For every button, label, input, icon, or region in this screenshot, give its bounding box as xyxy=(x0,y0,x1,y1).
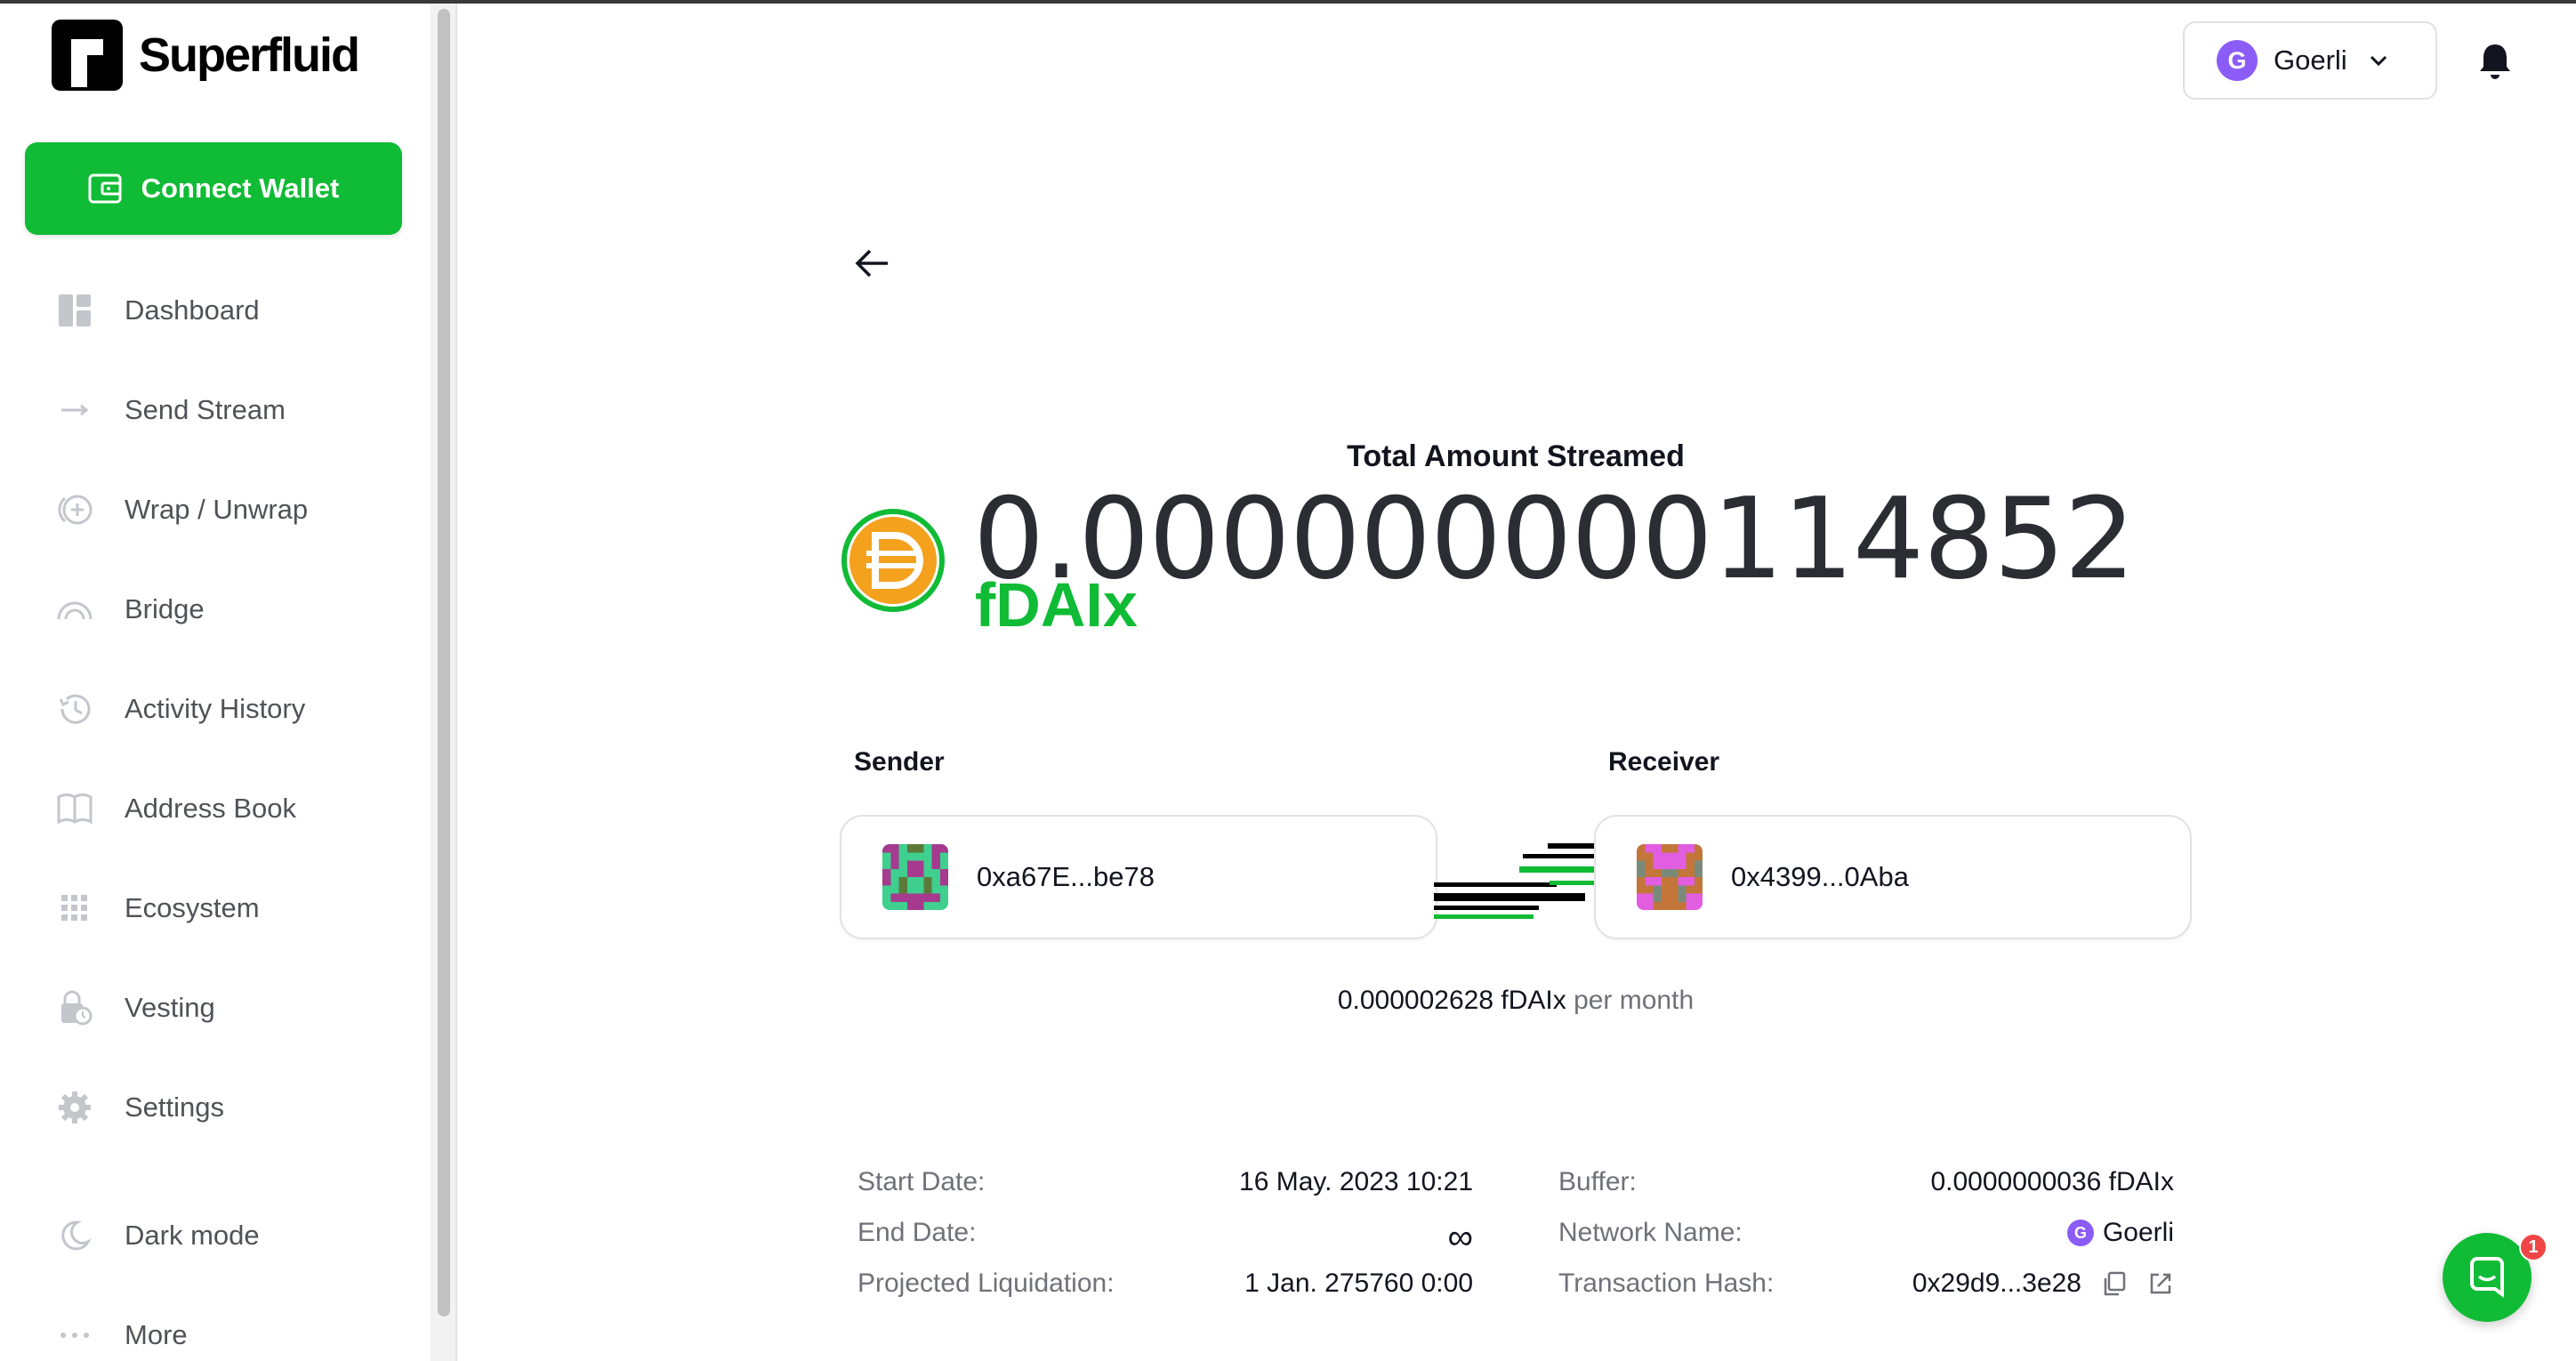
flow-rate-value: 0.000002628 fDAIx xyxy=(1337,986,1566,1015)
sidebar-item-label: Dark mode xyxy=(125,1220,260,1251)
flow-rate-unit: per month xyxy=(1574,986,1695,1015)
end-date-value: ∞ xyxy=(1447,1218,1473,1257)
sidebar-item-ecosystem[interactable]: Ecosystem xyxy=(25,873,407,944)
buffer-key: Buffer: xyxy=(1558,1167,1637,1196)
sidebar-item-label: Settings xyxy=(125,1091,225,1123)
stream-details-left: Start Date: 16 May. 2023 10:21 End Date:… xyxy=(857,1167,1473,1319)
chat-icon xyxy=(2470,1257,2504,1298)
sender-address-card[interactable]: 0xa67E...be78 xyxy=(840,815,1437,939)
network-selector[interactable]: G Goerli xyxy=(2183,21,2437,100)
start-date-key: Start Date: xyxy=(857,1167,986,1196)
lock-clock-icon xyxy=(53,987,96,1029)
sender-label: Sender xyxy=(854,747,945,777)
transaction-hash-key: Transaction Hash: xyxy=(1558,1268,1775,1298)
more-icon xyxy=(53,1314,96,1357)
network-name-key: Network Name: xyxy=(1558,1218,1743,1247)
bridge-icon xyxy=(53,588,96,631)
sidebar-item-label: Vesting xyxy=(125,992,215,1023)
projected-liquidation-value: 1 Jan. 275760 0:00 xyxy=(1244,1268,1473,1298)
sidebar-item-wrap-unwrap[interactable]: Wrap / Unwrap xyxy=(25,474,407,545)
sender-avatar xyxy=(882,844,948,910)
copy-icon[interactable] xyxy=(2101,1270,2128,1297)
sidebar-item-send-stream[interactable]: Send Stream xyxy=(25,374,407,446)
history-icon xyxy=(53,688,96,730)
transaction-hash-value: 0x29d9...3e28 xyxy=(1912,1268,2081,1298)
sidebar-item-label: Send Stream xyxy=(125,394,286,425)
support-chat-button[interactable] xyxy=(2443,1233,2532,1322)
connect-wallet-label: Connect Wallet xyxy=(141,173,340,204)
receiver-address-card[interactable]: 0x4399...0Aba xyxy=(1594,815,2192,939)
sidebar-item-vesting[interactable]: Vesting xyxy=(25,972,407,1043)
projected-liquidation-row: Projected Liquidation: 1 Jan. 275760 0:0… xyxy=(857,1268,1473,1319)
sidebar-item-label: Address Book xyxy=(125,793,296,824)
sidebar-scrollbar-thumb[interactable] xyxy=(438,9,450,1317)
dashboard-icon xyxy=(53,289,96,332)
grid-icon xyxy=(53,887,96,930)
sidebar-item-label: Bridge xyxy=(125,593,205,624)
back-arrow-icon[interactable] xyxy=(852,246,893,281)
total-amount-value: 0.000000000114852 xyxy=(973,473,2136,604)
network-name-row: Network Name: G Goerli xyxy=(1558,1218,2174,1268)
book-icon xyxy=(53,787,96,830)
network-name-value-wrap: G Goerli xyxy=(2066,1218,2174,1248)
sidebar-item-settings[interactable]: Settings xyxy=(25,1072,407,1143)
token-symbol: fDAIx xyxy=(975,570,1138,640)
sidebar-item-label: Wrap / Unwrap xyxy=(125,494,309,525)
end-date-key: End Date: xyxy=(857,1218,977,1247)
receiver-avatar xyxy=(1637,844,1703,910)
moon-icon xyxy=(53,1214,96,1257)
chevron-down-icon xyxy=(2370,55,2387,67)
transaction-hash-row: Transaction Hash: 0x29d9...3e28 xyxy=(1558,1268,2174,1319)
network-name: Goerli xyxy=(2274,44,2347,76)
notification-bell-icon[interactable] xyxy=(2476,41,2514,82)
sidebar-item-dashboard[interactable]: Dashboard xyxy=(25,275,407,346)
wallet-icon xyxy=(88,173,122,204)
start-date-row: Start Date: 16 May. 2023 10:21 xyxy=(857,1167,1473,1218)
network-name-value: Goerli xyxy=(2102,1218,2174,1247)
sidebar-item-label: Dashboard xyxy=(125,294,260,326)
sidebar-item-more[interactable]: More xyxy=(25,1300,407,1361)
stream-details-right: Buffer: 0.0000000036 fDAIx Network Name:… xyxy=(1558,1167,2174,1319)
sidebar-item-dark-mode[interactable]: Dark mode xyxy=(25,1200,407,1271)
buffer-value: 0.0000000036 fDAIx xyxy=(1930,1167,2174,1196)
sidebar-item-address-book[interactable]: Address Book xyxy=(25,773,407,844)
sidebar-item-bridge[interactable]: Bridge xyxy=(25,574,407,645)
flow-rate: 0.000002628 fDAIx per month xyxy=(1156,986,1875,1016)
sender-address: 0xa67E...be78 xyxy=(977,861,1155,892)
arrow-right-icon xyxy=(53,389,96,431)
connect-wallet-button[interactable]: Connect Wallet xyxy=(25,142,402,235)
dai-token-icon xyxy=(841,509,945,612)
sidebar: Superfluid Connect Wallet Dashboard Send… xyxy=(0,4,431,1361)
total-amount-label: Total Amount Streamed xyxy=(1347,439,1685,473)
chat-notification-badge: 1 xyxy=(2519,1233,2548,1261)
sidebar-item-activity-history[interactable]: Activity History xyxy=(25,673,407,745)
external-link-icon[interactable] xyxy=(2147,1270,2174,1297)
superfluid-logo[interactable]: Superfluid xyxy=(52,20,360,91)
receiver-address: 0x4399...0Aba xyxy=(1731,861,1909,892)
sidebar-item-label: Activity History xyxy=(125,693,306,724)
end-date-row: End Date: ∞ xyxy=(857,1218,1473,1268)
start-date-value: 16 May. 2023 10:21 xyxy=(1239,1167,1473,1196)
sidebar-item-label: More xyxy=(125,1319,188,1350)
wrap-icon xyxy=(53,488,96,531)
superfluid-logo-icon xyxy=(52,20,123,91)
receiver-label: Receiver xyxy=(1608,747,1720,777)
goerli-network-icon: G xyxy=(2217,40,2258,81)
goerli-small-icon: G xyxy=(2066,1220,2094,1246)
stream-flow-animation xyxy=(1434,843,1601,919)
gear-icon xyxy=(53,1086,96,1129)
buffer-row: Buffer: 0.0000000036 fDAIx xyxy=(1558,1167,2174,1218)
projected-liquidation-key: Projected Liquidation: xyxy=(857,1268,1115,1298)
sidebar-item-label: Ecosystem xyxy=(125,892,260,923)
transaction-hash-value-wrap: 0x29d9...3e28 xyxy=(1912,1268,2174,1299)
brand-name: Superfluid xyxy=(139,28,360,82)
